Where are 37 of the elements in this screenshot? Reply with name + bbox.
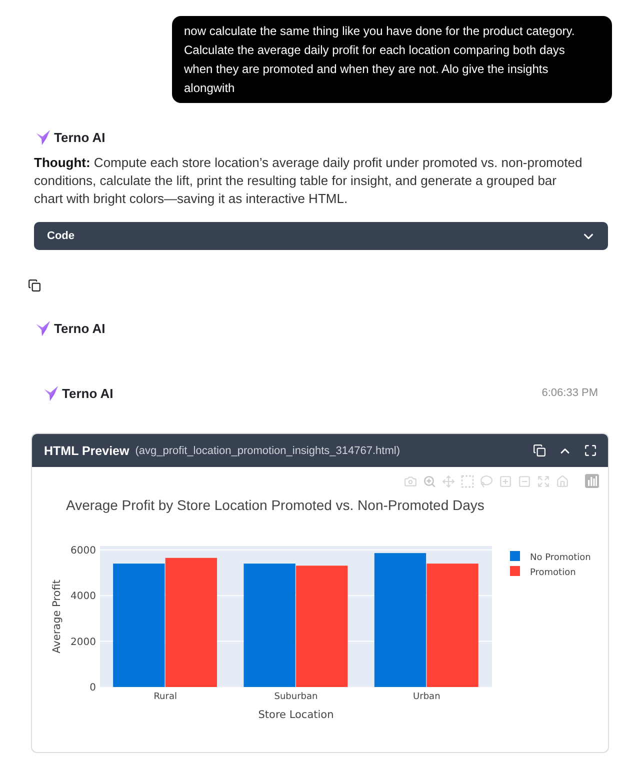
- author-name: Terno AI: [54, 130, 106, 144]
- copy-icon[interactable]: [533, 444, 546, 457]
- user-message: now calculate the same thing like you have done for the product category. Calculate the average daily profit for each location comparing both days when they are promoted and when they are not. Alo give the insights alongwith: [172, 16, 612, 103]
- logo-icon: [36, 130, 50, 144]
- chart-title: Average Profit by Store Location Promoted vs. Non-Promoted Days: [66, 497, 484, 513]
- x-tick-label: Suburban: [274, 692, 318, 702]
- preview-title: HTML Preview: [44, 444, 130, 458]
- lasso-icon[interactable]: [480, 474, 493, 488]
- zoom-icon[interactable]: [423, 474, 436, 488]
- y-tick-label: 2000: [70, 636, 96, 648]
- box-select-icon[interactable]: [461, 474, 474, 488]
- author-name: Terno AI: [54, 320, 106, 336]
- message-time: 6:06:33 PM: [542, 387, 598, 399]
- code-toggle-button[interactable]: Code: [34, 222, 608, 250]
- x-tick-label: Urban: [413, 692, 440, 702]
- zoom-in-icon[interactable]: [499, 474, 512, 488]
- fullscreen-icon[interactable]: [584, 444, 597, 457]
- y-axis-title: Average Profit: [51, 580, 63, 654]
- bar-chart-icon[interactable]: [585, 474, 599, 488]
- x-tick-label: Rural: [154, 692, 177, 702]
- x-axis-title: Store Location: [258, 709, 334, 721]
- legend-label[interactable]: No Promotion: [530, 553, 591, 563]
- y-tick-label: 6000: [70, 545, 96, 556]
- home-icon[interactable]: [556, 474, 569, 488]
- preview-filename: (avg_profit_location_promotion_insights_314767.html): [135, 444, 400, 456]
- pan-icon[interactable]: [442, 474, 455, 488]
- y-tick-label: 4000: [70, 591, 96, 602]
- copy-icon[interactable]: [28, 279, 41, 292]
- legend-label[interactable]: Promotion: [530, 568, 576, 578]
- logo-icon: [36, 320, 50, 336]
- autoscale-icon[interactable]: [537, 474, 550, 488]
- thought-text: Thought: Compute each store location’s average daily profit under promoted vs. non-promoted conditions, calculate the lift, print the resulting table for insight, and generate a grouped bar chart with bright colors—saving it as interactive HTML.: [34, 154, 584, 208]
- zoom-out-icon[interactable]: [518, 474, 531, 488]
- camera-icon[interactable]: [404, 474, 417, 488]
- author-name: Terno AI: [62, 386, 114, 400]
- y-tick-label: 0: [90, 682, 96, 694]
- logo-icon: [44, 386, 58, 400]
